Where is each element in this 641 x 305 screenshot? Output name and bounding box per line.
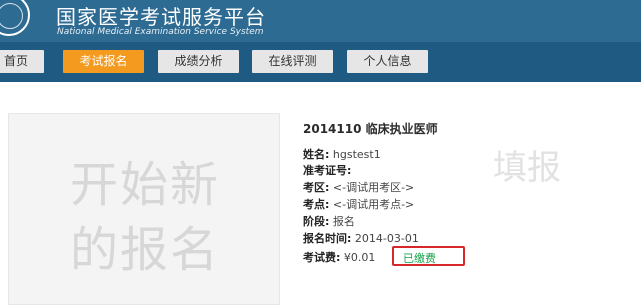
- header: 国家医学考试服务平台 National Medical Examination …: [0, 0, 641, 42]
- nav-home[interactable]: 首页: [0, 50, 44, 73]
- field-exam-site: 考点: <-调试用考点->: [303, 196, 414, 212]
- paid-status-box: 已缴费: [392, 246, 465, 266]
- field-admission-ticket-label: 准考证号:: [303, 164, 352, 177]
- top-nav: 首页 考试报名 成绩分析 在线评测 个人信息: [0, 42, 641, 82]
- field-exam-area-value: <-调试用考区->: [332, 181, 415, 194]
- card-text-line2: 的报名: [70, 222, 221, 278]
- field-registration-time-value: 2014-03-01: [354, 232, 419, 245]
- nav-score-analysis[interactable]: 成绩分析: [158, 50, 239, 73]
- field-stage-label: 阶段:: [303, 215, 330, 228]
- card-text-line1: 开始新: [70, 157, 221, 213]
- field-exam-site-value: <-调试用考点->: [332, 198, 415, 211]
- field-registration-time-label: 报名时间:: [303, 232, 352, 245]
- field-name: 姓名: hgstest1: [303, 146, 381, 162]
- field-exam-site-label: 考点:: [303, 198, 330, 211]
- field-registration-time: 报名时间: 2014-03-01: [303, 230, 419, 246]
- field-exam-fee-value: ¥0.01: [343, 251, 376, 264]
- field-exam-fee-label: 考试费:: [303, 251, 341, 264]
- app-title-cn: 国家医学考试服务平台: [56, 5, 266, 29]
- nav-online-assessment[interactable]: 在线评测: [252, 50, 333, 73]
- field-name-value: hgstest1: [332, 148, 381, 161]
- app-title-en: National Medical Examination Service Sys…: [57, 27, 264, 37]
- field-exam-area: 考区: <-调试用考区->: [303, 179, 414, 195]
- field-admission-ticket: 准考证号:: [303, 162, 351, 178]
- paid-status-text: 已缴费: [403, 252, 436, 265]
- fill-in-watermark: 填报: [493, 148, 561, 188]
- nav-personal-info[interactable]: 个人信息: [347, 50, 428, 73]
- nav-exam-registration[interactable]: 考试报名: [63, 50, 144, 73]
- field-exam-area-label: 考区:: [303, 181, 330, 194]
- field-stage: 阶段: 报名: [303, 213, 355, 229]
- field-exam-fee: 考试费: ¥0.01: [303, 249, 375, 265]
- field-stage-value: 报名: [332, 215, 355, 228]
- exam-title: 2014110 临床执业医师: [303, 122, 438, 136]
- logo-emblem: [0, 0, 30, 36]
- field-name-label: 姓名:: [303, 148, 330, 161]
